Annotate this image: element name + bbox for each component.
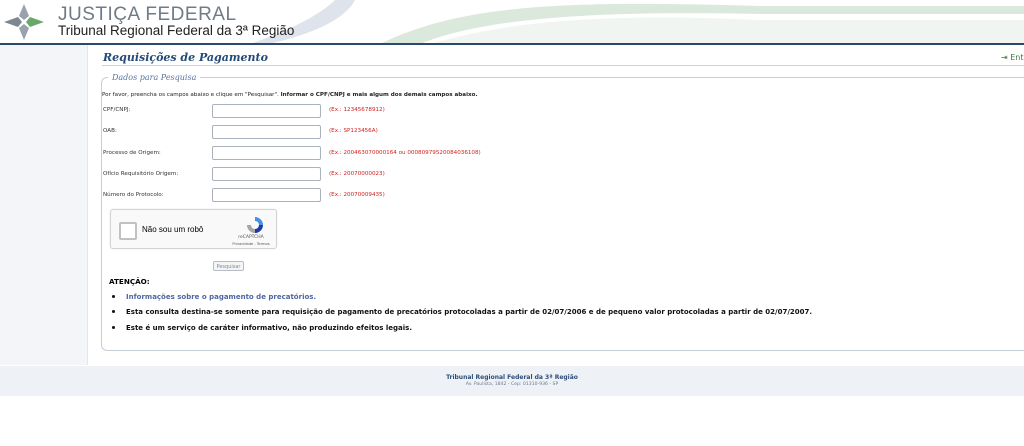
numero-protocolo-label: Número do Protocolo: — [103, 192, 164, 198]
page-title: Requisições de Pagamento — [103, 51, 268, 64]
oab-label: OAB: — [103, 128, 117, 134]
list-item: Esta consulta destina-se somente para re… — [112, 308, 813, 316]
exit-icon: ⇥ — [1001, 53, 1008, 62]
recaptcha-label: Não sou um robô — [142, 225, 204, 234]
oficio-requisitorio-input[interactable] — [212, 167, 321, 181]
recaptcha-checkbox[interactable] — [119, 222, 137, 240]
recaptcha-links[interactable]: Privacidade - Termos — [223, 242, 279, 246]
oficio-requisitorio-label: Ofício Requisitório Origem: — [103, 171, 179, 177]
site-header: JUSTIÇA FEDERAL Tribunal Regional Federa… — [0, 0, 1024, 44]
cpf-cnpj-input[interactable] — [212, 104, 321, 118]
fieldset-legend: Dados para Pesquisa — [112, 73, 197, 82]
processo-origem-example: (Ex.: 200463070000164 ou 000809795200840… — [329, 150, 481, 156]
recaptcha-brand: reCAPTCHA — [238, 235, 264, 240]
processo-origem-label: Processo de Origem: — [103, 150, 161, 156]
list-item[interactable]: Informações sobre o pagamento de precató… — [112, 293, 316, 301]
bullet-icon — [112, 295, 115, 298]
search-button[interactable]: Pesquisar — [213, 261, 244, 271]
instructions-text: Por favor, preencha os campos abaixo e c… — [102, 92, 281, 98]
attention-item-text: Este é um serviço de caráter informativo… — [126, 324, 412, 332]
recaptcha-logo-icon — [247, 217, 263, 233]
exit-label: Ent — [1010, 53, 1024, 62]
footer-address: Av. Paulista, 1842 - Cep: 01310-936 - SP — [465, 382, 559, 387]
oab-input[interactable] — [212, 125, 321, 139]
numero-protocolo-input[interactable] — [212, 188, 321, 202]
footer — [0, 366, 1024, 396]
form-instructions: Por favor, preencha os campos abaixo e c… — [102, 92, 478, 98]
justica-federal-logo-icon — [4, 4, 44, 40]
title-divider — [102, 65, 1024, 66]
list-item: Este é um serviço de caráter informativo… — [112, 324, 412, 332]
instructions-emphasis: Informar o CPF/CNPJ e mais algum dos dem… — [280, 92, 478, 98]
precatorios-info-link[interactable]: Informações sobre o pagamento de precató… — [126, 293, 316, 301]
oab-example: (Ex.: SP123456A) — [329, 128, 378, 134]
exit-link[interactable]: ⇥ Ent — [1001, 53, 1024, 62]
main-content: Requisições de Pagamento ⇥ Ent Dados par… — [87, 45, 1024, 365]
processo-origem-input[interactable] — [212, 146, 321, 160]
footer-court-name: Tribunal Regional Federal da 3ª Região — [446, 374, 578, 381]
bullet-icon — [112, 310, 115, 313]
attention-title: ATENÇÃO: — [109, 277, 150, 286]
numero-protocolo-example: (Ex.: 20070009435) — [329, 192, 385, 198]
oficio-requisitorio-example: (Ex.: 20070000023) — [329, 171, 385, 177]
bullet-icon — [112, 326, 115, 329]
attention-item-text: Esta consulta destina-se somente para re… — [126, 308, 813, 316]
cpf-cnpj-label: CPF/CNPJ: — [103, 107, 131, 113]
court-name: Tribunal Regional Federal da 3ª Região — [58, 23, 295, 38]
recaptcha-widget: Não sou um robô reCAPTCHA Privacidade - … — [110, 209, 277, 249]
cpf-cnpj-example: (Ex.: 12345678912) — [329, 107, 385, 113]
